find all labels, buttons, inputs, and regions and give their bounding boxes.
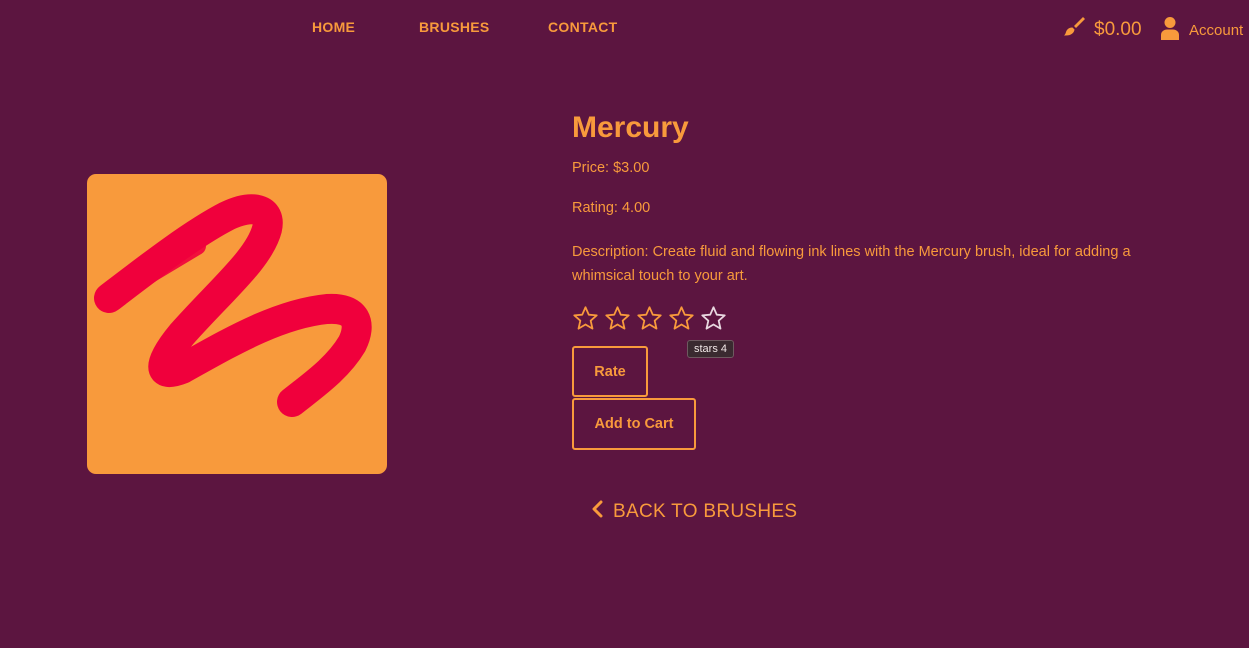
page: HOME BRUSHES CONTACT $0.00 Account Mercu… [0,0,1249,648]
back-label: BACK TO BRUSHES [613,500,798,522]
star-icon-5[interactable] [700,305,727,332]
account-label: Account [1189,22,1244,39]
chevron-left-icon [590,500,604,523]
star-icon-2[interactable] [604,305,631,332]
product-title: Mercury [572,111,689,144]
back-to-brushes-link[interactable]: BACK TO BRUSHES [590,500,797,523]
nav-home-link[interactable]: HOME [312,19,355,35]
star-icon-4[interactable] [668,305,695,332]
product-image [87,174,387,474]
cart-button[interactable]: $0.00 [1061,15,1142,44]
product-rating: Rating: 4.00 [572,200,651,216]
user-icon [1159,16,1181,45]
add-to-cart-button[interactable]: Add to Cart [572,398,696,450]
star-icon-3[interactable] [636,305,663,332]
rate-button[interactable]: Rate [572,346,648,397]
product-price: Price: $3.00 [572,160,650,176]
product-description: Description: Create fluid and flowing in… [572,244,1131,284]
star-rating-input[interactable] [572,305,732,332]
nav-brushes-link[interactable]: BRUSHES [419,19,490,35]
paintbrush-icon [1061,15,1085,44]
red-brush-stroke [94,194,372,417]
star-icon-1[interactable] [572,305,599,332]
nav-contact-link[interactable]: CONTACT [548,19,618,35]
account-button[interactable]: Account [1159,16,1243,45]
cart-total: $0.00 [1094,18,1142,40]
star-tooltip: stars 4 [687,340,735,358]
